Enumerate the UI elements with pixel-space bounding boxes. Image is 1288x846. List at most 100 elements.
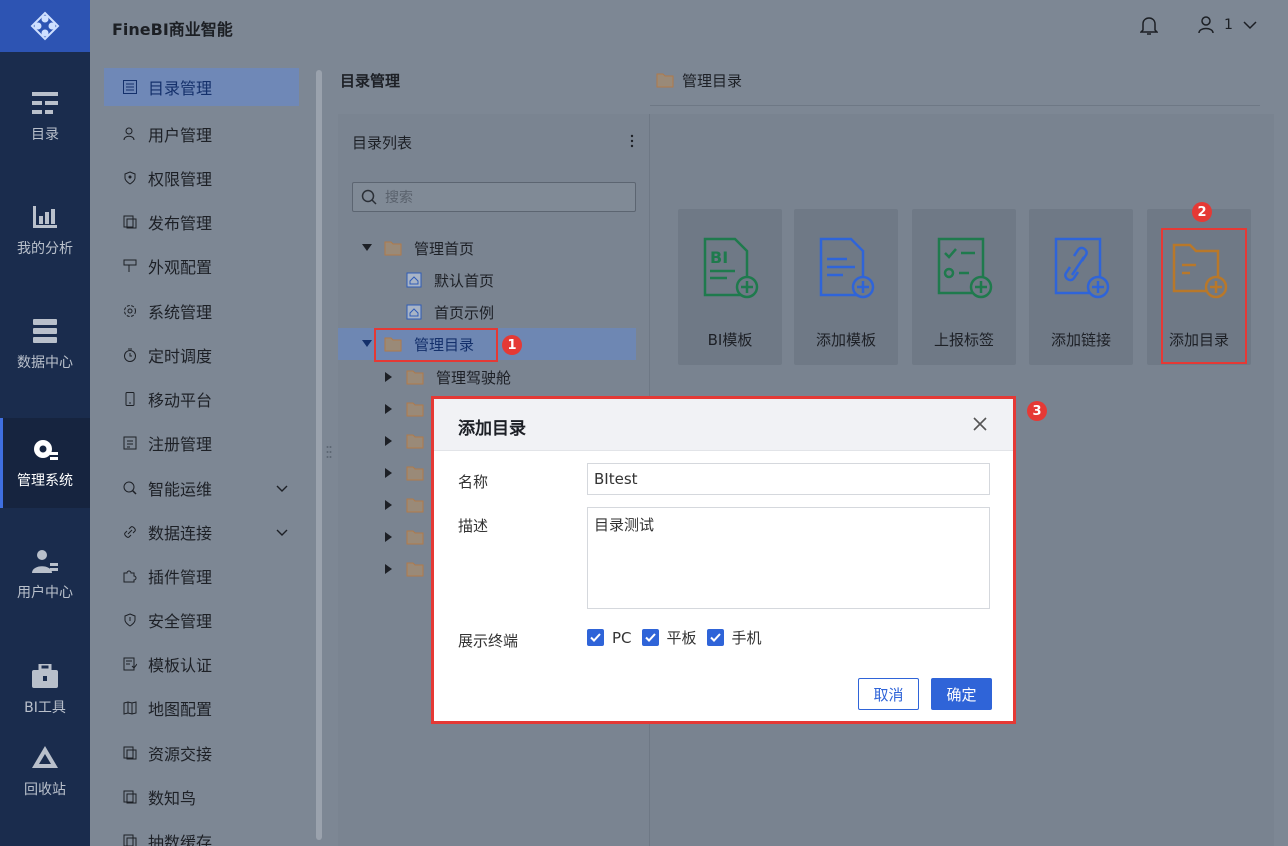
menu-item-label: 数据连接 — [148, 524, 213, 543]
palette-icon — [122, 258, 138, 274]
toolbox-icon — [32, 663, 58, 689]
folder-icon — [406, 466, 424, 480]
rail-item-label: 回收站 — [24, 782, 66, 798]
menu-item-permissions[interactable]: 权限管理 — [104, 159, 299, 197]
checkbox-phone[interactable]: 手机 — [706, 627, 762, 648]
search-placeholder: 搜索 — [385, 190, 413, 206]
rail-item-recycle[interactable]: 回收站 — [0, 727, 90, 817]
menu-item-extract-cache[interactable]: 抽数缓存 — [104, 822, 299, 846]
menu-item-catalog[interactable]: 目录管理 — [104, 68, 299, 106]
rail-item-data-center[interactable]: 数据中心 — [0, 300, 90, 390]
menu-item-label: 移动平台 — [148, 391, 213, 410]
tile-add-link[interactable]: 添加链接 — [1029, 209, 1133, 365]
caret-right-icon[interactable] — [384, 404, 394, 414]
search-input[interactable]: 搜索 — [352, 182, 636, 212]
caret-right-icon[interactable] — [384, 532, 394, 542]
resize-handle-icon[interactable] — [326, 445, 332, 459]
app-title: FineBI商业智能 — [112, 20, 233, 39]
rail-item-label: 我的分析 — [17, 241, 73, 257]
dialog-title: 添加目录 — [458, 419, 526, 439]
menu-item-register[interactable]: 注册管理 — [104, 424, 299, 462]
page-title: 目录管理 — [340, 72, 401, 90]
tree-node-default-home[interactable]: 默认首页 — [338, 264, 636, 296]
checkbox-tablet[interactable]: 平板 — [641, 627, 697, 648]
name-label: 名称 — [458, 473, 489, 491]
checkbox-checked-icon — [587, 629, 604, 646]
menu-item-shuzhiniao[interactable]: 数知鸟 — [104, 778, 299, 816]
menu-item-label: 安全管理 — [148, 612, 213, 631]
clock-icon — [122, 347, 138, 363]
bell-icon[interactable] — [1139, 16, 1159, 36]
checkbox-label: 手机 — [731, 629, 762, 647]
menu-item-mobile[interactable]: 移动平台 — [104, 380, 299, 418]
user-center-icon — [32, 548, 58, 574]
menu-item-system[interactable]: 系统管理 — [104, 292, 299, 330]
caret-right-icon[interactable] — [384, 436, 394, 446]
menu-item-schedule[interactable]: 定时调度 — [104, 336, 299, 374]
user-menu[interactable]: 1 — [1198, 16, 1257, 34]
more-icon[interactable] — [630, 134, 634, 148]
tree-node-home[interactable]: 管理首页 — [338, 232, 636, 264]
menu-item-label: 数知鸟 — [148, 789, 197, 808]
menu-item-label: 权限管理 — [148, 170, 213, 189]
certificate-icon — [122, 656, 138, 672]
rail-item-analysis[interactable]: 我的分析 — [0, 186, 90, 276]
highlight-box-1 — [374, 328, 498, 362]
gear-icon — [32, 436, 58, 462]
caret-down-icon[interactable] — [362, 243, 372, 253]
menu-item-handover[interactable]: 资源交接 — [104, 734, 299, 772]
menu-scrollbar[interactable] — [316, 70, 322, 840]
menu-item-label: 注册管理 — [148, 435, 213, 454]
menu-item-appearance[interactable]: 外观配置 — [104, 247, 299, 285]
menu-item-publish[interactable]: 发布管理 — [104, 203, 299, 241]
menu-item-security[interactable]: 安全管理 — [104, 601, 299, 639]
tree-node-label: 默认首页 — [434, 271, 495, 290]
rail-item-bi-tools[interactable]: BI工具 — [0, 645, 90, 735]
tile-add-template[interactable]: 添加模板 — [794, 209, 898, 365]
menu-item-label: 系统管理 — [148, 303, 213, 322]
checkbox-pc[interactable]: PC — [587, 629, 632, 647]
tree-node-home-example[interactable]: 首页示例 — [338, 296, 636, 328]
confirm-button[interactable]: 确定 — [931, 678, 992, 710]
rail-item-admin[interactable]: 管理系统 — [0, 418, 90, 508]
rail-item-catalog[interactable]: 目录 — [0, 72, 90, 162]
menu-item-map[interactable]: 地图配置 — [104, 689, 299, 727]
caret-down-icon[interactable] — [362, 339, 372, 349]
menu-item-template-cert[interactable]: 模板认证 — [104, 645, 299, 683]
add-catalog-dialog: 添加目录 名称 BItest 描述 目录测试 展示终端 PC 平板 手机 取消 … — [431, 396, 1016, 724]
search-icon — [361, 189, 377, 205]
description-textarea[interactable]: 目录测试 — [587, 507, 990, 609]
caret-right-icon[interactable] — [384, 468, 394, 478]
tile-label: 添加模板 — [815, 331, 876, 349]
rail-item-label: 数据中心 — [17, 355, 73, 371]
menu-item-plugins[interactable]: 插件管理 — [104, 557, 299, 595]
menu-item-ops[interactable]: 智能运维 — [104, 469, 299, 507]
list-icon — [122, 79, 138, 95]
cancel-button[interactable]: 取消 — [858, 678, 919, 710]
rail-item-user-center[interactable]: 用户中心 — [0, 530, 90, 620]
name-input[interactable]: BItest — [587, 463, 990, 495]
tile-bi-template[interactable]: BI BI模板 — [678, 209, 782, 365]
menu-item-connections[interactable]: 数据连接 — [104, 513, 299, 551]
tile-label: BI模板 — [707, 331, 753, 349]
menu-item-users[interactable]: 用户管理 — [104, 115, 299, 153]
logo[interactable] — [0, 0, 90, 52]
tree-node-cockpit[interactable]: 管理驾驶舱 — [338, 361, 636, 393]
phone-icon — [122, 391, 138, 407]
tile-report-tag[interactable]: 上报标签 — [912, 209, 1016, 365]
user-name: 1 — [1224, 17, 1233, 33]
menu-item-label: 资源交接 — [148, 745, 213, 764]
name-input-value: BItest — [594, 470, 638, 488]
caret-right-icon[interactable] — [384, 372, 394, 382]
description-value: 目录测试 — [594, 516, 655, 534]
rail-item-label: 用户中心 — [17, 585, 73, 601]
cache-icon — [122, 833, 138, 846]
caret-right-icon[interactable] — [384, 500, 394, 510]
menu-item-label: 模板认证 — [148, 656, 213, 675]
close-icon[interactable] — [972, 416, 988, 432]
tree-node-label: 管理首页 — [414, 239, 475, 258]
tree-node-label: 管理驾驶舱 — [436, 368, 512, 387]
folder-icon — [406, 562, 424, 576]
caret-right-icon[interactable] — [384, 564, 394, 574]
checkbox-checked-icon — [706, 629, 724, 646]
